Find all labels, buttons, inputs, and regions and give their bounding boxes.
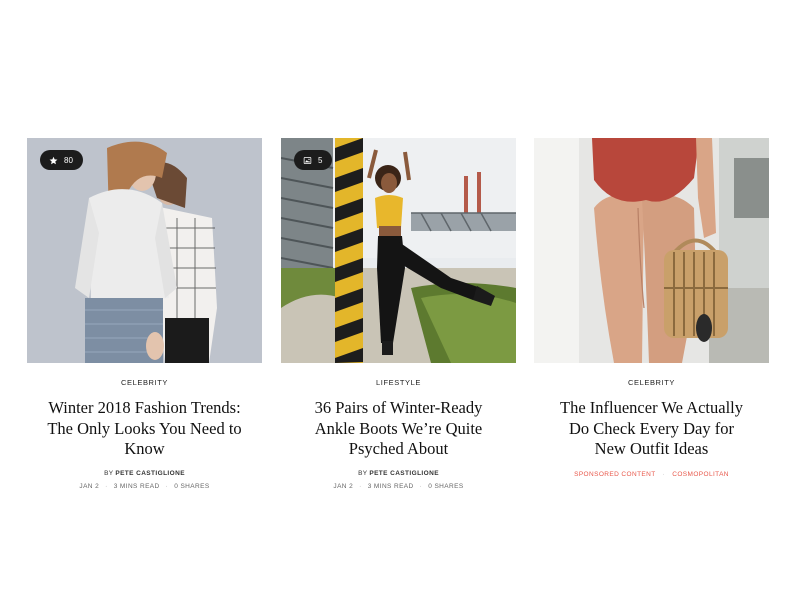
article-byline: BY PETE CASTIGLIONE xyxy=(27,470,262,477)
badge-count: 5 xyxy=(318,155,323,165)
article-date: JAN 2 xyxy=(333,482,354,490)
article-category[interactable]: Lifestyle xyxy=(281,378,516,387)
share-count: 0 SHARES xyxy=(174,482,210,490)
article-card[interactable]: Celebrity The Influencer We Actually Do … xyxy=(534,138,769,478)
rating-badge: 80 xyxy=(40,150,83,170)
separator-dot: · xyxy=(662,470,666,478)
influencer-photo-image xyxy=(534,138,769,363)
article-title[interactable]: The Influencer We Actually Do Check Ever… xyxy=(552,398,752,460)
street-style-photo-image xyxy=(281,138,516,363)
star-icon xyxy=(49,156,58,164)
article-card[interactable]: 5 Lifestyle 36 Pairs of Winter-Ready Ank… xyxy=(281,138,516,490)
read-time: 3 MINS READ xyxy=(113,482,160,490)
gallery-icon xyxy=(303,156,312,164)
article-image[interactable]: 80 xyxy=(27,138,262,363)
article-image[interactable]: 5 xyxy=(281,138,516,363)
article-meta: JAN 2 · 3 MINS READ · 0 SHARES xyxy=(27,483,262,490)
author-link[interactable]: PETE CASTIGLIONE xyxy=(369,470,439,477)
article-title[interactable]: 36 Pairs of Winter-Ready Ankle Boots We’… xyxy=(299,398,499,460)
share-count: 0 SHARES xyxy=(428,482,464,490)
article-category[interactable]: Celebrity xyxy=(27,378,262,387)
gallery-badge: 5 xyxy=(294,150,333,170)
article-image[interactable] xyxy=(534,138,769,363)
article-category[interactable]: Celebrity xyxy=(534,378,769,387)
sponsored-label: SPONSORED CONTENT xyxy=(574,470,656,478)
article-date: JAN 2 xyxy=(79,482,100,490)
fashion-photo-image xyxy=(27,138,262,363)
separator-dot: · xyxy=(359,482,362,490)
read-time: 3 MINS READ xyxy=(367,482,414,490)
article-card[interactable]: 80 Celebrity Winter 2018 Fashion Trends:… xyxy=(27,138,262,490)
byline-prefix: BY xyxy=(358,469,368,477)
article-meta: JAN 2 · 3 MINS READ · 0 SHARES xyxy=(281,483,516,490)
separator-dot: · xyxy=(419,482,423,490)
sponsor-line: SPONSORED CONTENT · COSMOPOLITAN xyxy=(534,471,769,478)
separator-dot: · xyxy=(105,482,108,490)
byline-prefix: BY xyxy=(104,469,114,477)
article-byline: BY PETE CASTIGLIONE xyxy=(281,470,516,477)
separator-dot: · xyxy=(165,482,169,490)
article-title[interactable]: Winter 2018 Fashion Trends: The Only Loo… xyxy=(45,398,245,460)
badge-count: 80 xyxy=(64,155,73,165)
author-link[interactable]: PETE CASTIGLIONE xyxy=(115,470,185,477)
sponsor-link[interactable]: COSMOPOLITAN xyxy=(672,471,729,478)
